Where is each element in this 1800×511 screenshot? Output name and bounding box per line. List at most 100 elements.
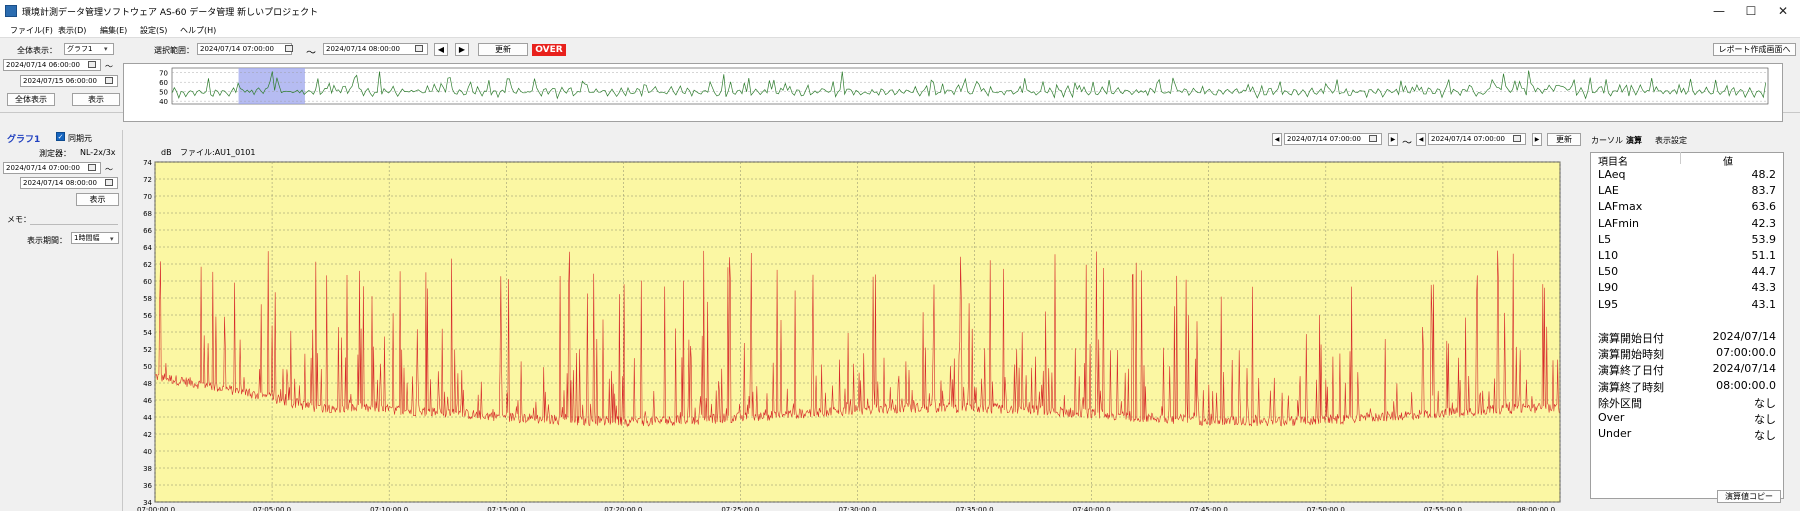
y-tick-label: 72: [143, 176, 152, 184]
info-value: 2024/07/14: [1712, 330, 1776, 343]
menu-settings[interactable]: 設定(S): [140, 25, 167, 36]
sync-checkbox[interactable]: ✓: [56, 132, 65, 141]
x-tick-label: 07:35:00.0: [956, 506, 994, 511]
range-prev-button[interactable]: ◀: [434, 43, 448, 56]
x-tick-label: 07:00:00.0: [137, 506, 175, 511]
overview-chart[interactable]: 70 60 50 40: [123, 63, 1783, 122]
y-tick-label: 40: [143, 448, 152, 456]
range-label: 選択範囲：: [154, 46, 194, 55]
x-tick-label: 07:30:00.0: [838, 506, 876, 511]
range-update-button[interactable]: 更新: [478, 43, 528, 56]
result-value: 51.1: [1751, 249, 1777, 262]
over-badge: OVER: [532, 44, 566, 56]
header-value: 値: [1723, 157, 1733, 168]
graph-start-field[interactable]: 2024/07/14 07:00:00: [3, 162, 101, 174]
overview-svg[interactable]: 7060 5040: [124, 64, 1782, 121]
result-name: LAE: [1598, 184, 1619, 198]
sync-label: 同期元: [68, 134, 92, 143]
y-tick-label: 48: [143, 380, 152, 388]
result-name: L5: [1598, 232, 1612, 246]
app-icon: [5, 5, 17, 17]
range-tilde: 〜: [306, 48, 316, 59]
calendar-icon[interactable]: [88, 164, 96, 171]
graph-end-field[interactable]: 2024/07/14 08:00:00: [20, 177, 118, 189]
y-tick-label: 68: [143, 210, 152, 218]
memo-input[interactable]: [30, 213, 118, 225]
info-name: 演算開始日付: [1598, 332, 1664, 345]
y-tick-label: 46: [143, 397, 152, 405]
calendar-icon[interactable]: [1513, 135, 1521, 142]
info-name: Over: [1598, 411, 1625, 424]
y-tick-label: 50: [143, 363, 152, 371]
result-name: LAFmax: [1598, 200, 1643, 214]
tab-calc[interactable]: 演算: [1626, 135, 1642, 146]
level-time-chart[interactable]: 74 72 70 68 66 64 62 60 58 56 54 52 50 48 46 44 42 40 38 36…: [123, 145, 1588, 511]
menu-view[interactable]: 表示(D): [58, 25, 86, 36]
x-tick-label: 07:05:00.0: [253, 506, 291, 511]
overall-end-field[interactable]: 2024/07/15 06:00:00: [20, 75, 118, 87]
y-tick-label: 62: [143, 261, 152, 269]
y-tick-label: 60: [143, 278, 152, 286]
range-end-field[interactable]: 2024/07/14 08:00:00: [323, 43, 428, 55]
tab-cursor[interactable]: カーソル: [1591, 135, 1623, 146]
result-value: 48.2: [1751, 168, 1777, 181]
result-value: 43.3: [1751, 281, 1777, 295]
info-value: なし: [1754, 396, 1776, 410]
calendar-icon[interactable]: [105, 179, 113, 186]
info-name: 演算終了時刻: [1598, 380, 1664, 394]
report-screen-button[interactable]: レポート作成画面へ: [1713, 43, 1796, 56]
menu-bar: [0, 22, 1800, 38]
overall-start-field[interactable]: 2024/07/14 06:00:00: [3, 59, 101, 71]
minimize-button[interactable]: —: [1704, 0, 1734, 22]
maximize-button[interactable]: ☐: [1736, 0, 1766, 22]
result-name: L10: [1598, 249, 1619, 262]
unit-label: dB: [161, 148, 172, 157]
result-name: L90: [1598, 281, 1619, 295]
graph-show-button[interactable]: 表示: [76, 193, 119, 206]
info-value: 07:00:00.0: [1716, 346, 1776, 360]
chart-start-field[interactable]: 2024/07/14 07:00:00: [1284, 133, 1382, 145]
memo-label: メモ：: [7, 215, 31, 224]
header-item-name: 項目名: [1598, 157, 1628, 168]
y-tick-label: 52: [143, 346, 152, 354]
x-tick-label: 07:40:00.0: [1073, 506, 1111, 511]
calendar-icon[interactable]: [415, 45, 423, 52]
range-start-field[interactable]: 2024/07/14 07:00:00: [197, 43, 292, 55]
calendar-icon[interactable]: [88, 61, 96, 68]
header-divider: [1680, 152, 1681, 164]
y-tick-label: 42: [143, 431, 152, 439]
calendar-icon[interactable]: [1369, 135, 1377, 142]
copy-values-button[interactable]: 演算値コピー: [1717, 490, 1781, 503]
window-title: 環境計測データ管理ソフトウェア AS-60 データ管理 新しいプロジェクト: [22, 8, 319, 18]
result-name: LAeq: [1598, 168, 1626, 181]
y-tick-label: 66: [143, 227, 152, 235]
result-value: 42.3: [1751, 216, 1777, 230]
menu-help[interactable]: ヘルプ(H): [180, 25, 216, 36]
close-button[interactable]: ✕: [1768, 0, 1798, 22]
result-value: 43.1: [1751, 297, 1777, 311]
x-tick-label: 07:55:00.0: [1424, 506, 1462, 511]
menu-edit[interactable]: 編集(E): [100, 25, 127, 36]
range-tilde: 〜: [105, 165, 113, 174]
chart-end-field[interactable]: 2024/07/14 07:00:00: [1428, 133, 1526, 145]
show-all-button[interactable]: 全体表示: [7, 93, 55, 106]
range-next-button[interactable]: ▶: [455, 43, 469, 56]
result-value: 44.7: [1751, 265, 1777, 279]
tab-display-settings[interactable]: 表示設定: [1655, 135, 1687, 146]
overall-show-button[interactable]: 表示: [72, 93, 120, 106]
x-tick-label: 07:10:00.0: [370, 506, 408, 511]
calendar-icon[interactable]: [105, 77, 113, 84]
y-tick-label: 74: [143, 159, 152, 167]
overview-y-tick: 50: [159, 89, 168, 97]
info-name: 演算開始時刻: [1598, 348, 1664, 362]
result-value: 83.7: [1751, 184, 1777, 198]
chevron-down-icon: ▾: [110, 235, 114, 243]
x-tick-label: 07:25:00.0: [721, 506, 759, 511]
period-label: 表示期間：: [27, 236, 67, 245]
result-name: LAFmin: [1598, 216, 1639, 230]
y-tick-label: 58: [143, 295, 152, 303]
x-tick-label: 07:15:00.0: [487, 506, 525, 511]
overview-y-tick: 40: [159, 98, 168, 106]
calendar-icon[interactable]: [285, 45, 293, 52]
menu-file[interactable]: ファイル(F): [10, 25, 53, 36]
